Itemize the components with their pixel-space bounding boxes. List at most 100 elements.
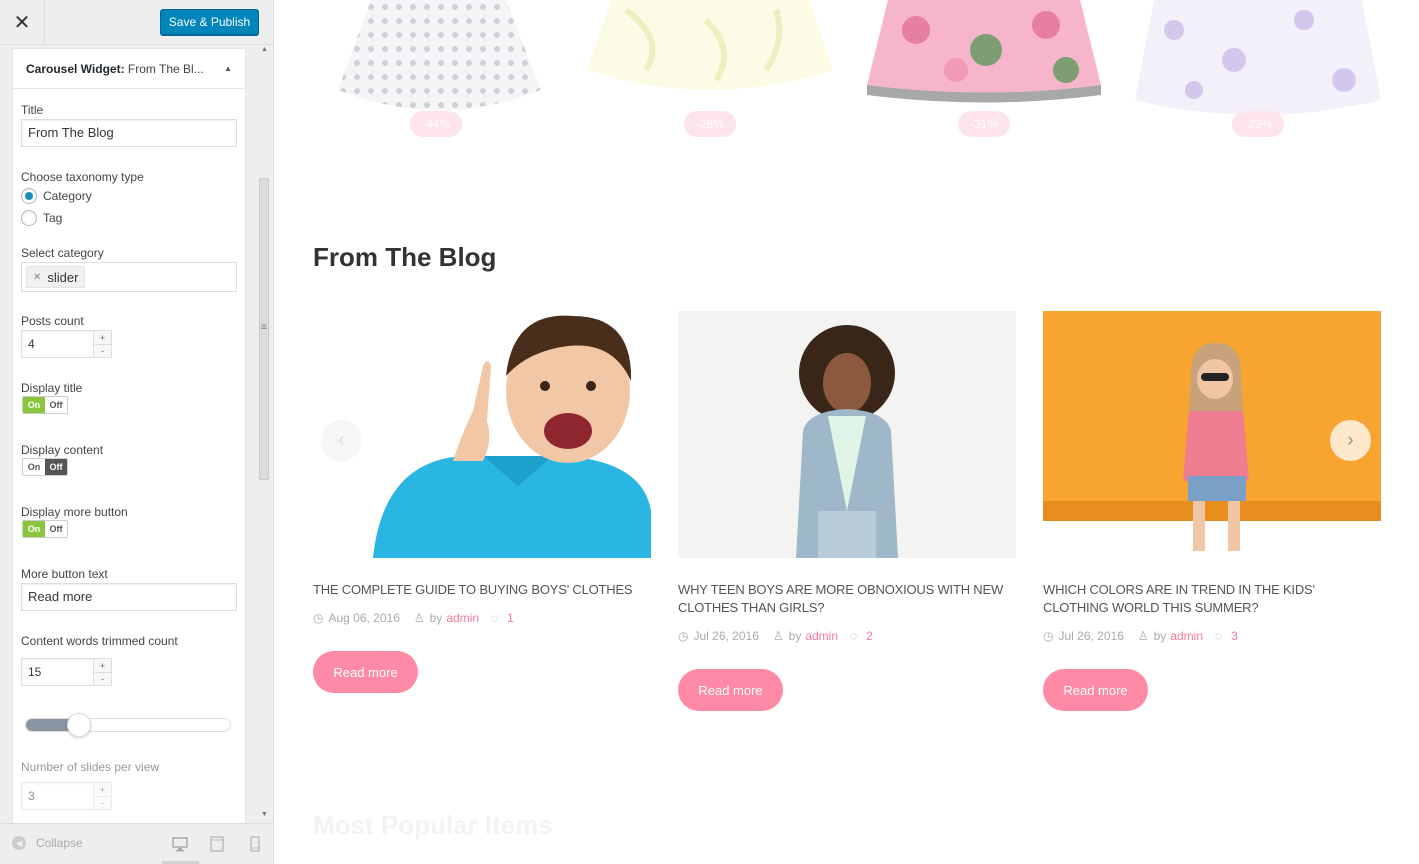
comment-icon: ◌ xyxy=(850,629,858,643)
remove-tag-icon[interactable]: ✕ xyxy=(33,272,41,283)
comment-icon: ◌ xyxy=(1215,629,1223,643)
display-title-toggle[interactable]: On Off xyxy=(22,396,68,414)
product-image-lilac-dress[interactable] xyxy=(1134,0,1382,125)
increment-icon[interactable]: + xyxy=(94,659,111,672)
product-image-polka-dress[interactable] xyxy=(336,0,542,125)
user-icon: ♙ xyxy=(413,611,425,625)
scroll-up-icon[interactable]: ▲ xyxy=(261,46,268,53)
more-text-input[interactable]: Read more xyxy=(21,583,237,611)
chevron-right-icon: › xyxy=(1347,429,1354,451)
save-publish-button[interactable]: Save & Publish xyxy=(160,9,259,35)
sidebar-scrollbar[interactable]: ▲ ≡ ▼ xyxy=(257,45,273,823)
post-comments-link[interactable]: 1 xyxy=(507,611,514,625)
slides-per-view-value: 3 xyxy=(28,789,35,803)
close-icon: ✕ xyxy=(13,11,31,34)
radio-button-checked[interactable] xyxy=(21,188,37,204)
display-content-field: Display content On Off xyxy=(21,443,237,476)
slides-per-view-stepper[interactable]: 3 + - xyxy=(21,782,112,810)
post-comments-link[interactable]: 3 xyxy=(1231,629,1238,643)
post-image-girl-denim[interactable] xyxy=(678,311,1016,558)
mobile-preview-icon[interactable] xyxy=(247,836,263,852)
title-input[interactable]: From The Blog xyxy=(21,119,237,147)
post-meta: ◷ Jul 26, 2016 ♙ by admin ◌ 3 xyxy=(1043,629,1238,643)
radio-button[interactable] xyxy=(21,210,37,226)
carousel-next-button[interactable]: › xyxy=(1330,420,1371,461)
customizer-sidebar: ✕ Save & Publish Carousel Widget: From T… xyxy=(0,0,274,864)
posts-count-stepper[interactable]: 4 + - xyxy=(21,330,112,358)
post-date: Jul 26, 2016 xyxy=(693,629,759,643)
decrement-icon[interactable]: - xyxy=(94,344,111,357)
display-more-field: Display more button On Off xyxy=(21,505,237,538)
toggle-off: Off xyxy=(45,397,67,413)
post-author-link[interactable]: admin xyxy=(805,629,838,643)
toggle-off: Off xyxy=(45,521,67,537)
chevron-left-icon: ‹ xyxy=(338,429,345,451)
display-title-label: Display title xyxy=(21,381,83,395)
product-image-yellow-dress[interactable] xyxy=(586,0,834,125)
slides-per-view-label: Number of slides per view xyxy=(21,760,160,774)
display-content-toggle[interactable]: On Off xyxy=(22,458,68,476)
radio-tag[interactable]: Tag xyxy=(21,208,237,228)
discount-badge: -44% xyxy=(410,111,462,137)
radio-tag-label: Tag xyxy=(43,211,63,225)
posts-count-field: Posts count 4 + - xyxy=(21,314,237,358)
sidebar-header: ✕ Save & Publish xyxy=(0,0,273,45)
post-meta: ◷ Aug 06, 2016 ♙ by admin ◌ 1 xyxy=(313,611,514,625)
range-thumb[interactable] xyxy=(67,713,91,737)
collapse-arrow-icon[interactable]: ▲ xyxy=(224,64,232,73)
decrement-icon[interactable]: - xyxy=(94,796,111,809)
more-text-label: More button text xyxy=(21,567,108,581)
display-more-toggle[interactable]: On Off xyxy=(22,520,68,538)
widget-type: Carousel Widget: xyxy=(26,61,125,76)
tablet-preview-icon[interactable] xyxy=(209,836,225,852)
post-date: Jul 26, 2016 xyxy=(1058,629,1124,643)
more-text-field: More button text Read more xyxy=(21,567,237,611)
sidebar-scroll-area[interactable]: Carousel Widget: From The Bl... ▲ Title … xyxy=(0,45,273,823)
read-more-button[interactable]: Read more xyxy=(678,669,783,711)
collapse-button[interactable]: ◀ Collapse xyxy=(12,836,83,850)
display-more-label: Display more button xyxy=(21,505,128,519)
blog-section-heading: From The Blog xyxy=(313,242,497,272)
popular-section-heading: Most Popular Items xyxy=(313,810,553,840)
carousel-prev-button[interactable]: ‹ xyxy=(321,420,362,461)
radio-category-label: Category xyxy=(43,189,92,203)
increment-icon[interactable]: + xyxy=(94,331,111,344)
category-select[interactable]: ✕ slider xyxy=(21,262,237,292)
collapse-icon: ◀ xyxy=(12,836,26,850)
post-title[interactable]: WHY TEEN BOYS ARE MORE OBNOXIOUS WITH NE… xyxy=(678,581,1016,617)
taxonomy-field: Choose taxonomy type Category Tag xyxy=(21,170,237,228)
trimmed-count-label: Content words trimmed count xyxy=(21,634,178,648)
increment-icon[interactable]: + xyxy=(94,783,111,796)
trimmed-count-stepper[interactable]: 15 + - xyxy=(21,658,112,686)
post-title[interactable]: THE COMPLETE GUIDE TO BUYING BOYS' CLOTH… xyxy=(313,581,651,599)
trimmed-range-slider[interactable] xyxy=(25,713,231,737)
toggle-on: On xyxy=(23,397,45,413)
post-image-boy[interactable] xyxy=(313,311,651,558)
scroll-down-icon[interactable]: ▼ xyxy=(261,811,268,818)
read-more-button[interactable]: Read more xyxy=(313,651,418,693)
post-title[interactable]: WHICH COLORS ARE IN TREND IN THE KIDS' C… xyxy=(1043,581,1381,617)
read-more-button[interactable]: Read more xyxy=(1043,669,1148,711)
trimmed-count-field: Content words trimmed count 15 + - xyxy=(21,634,237,737)
title-label: Title xyxy=(21,103,44,117)
posts-count-label: Posts count xyxy=(21,314,84,328)
decrement-icon[interactable]: - xyxy=(94,672,111,685)
discount-badge: -28% xyxy=(684,111,736,137)
close-button[interactable]: ✕ xyxy=(0,0,45,44)
post-by: by xyxy=(429,611,443,625)
product-image-floral-dress[interactable] xyxy=(866,0,1102,125)
trimmed-count-value: 15 xyxy=(28,665,42,679)
post-author-link[interactable]: admin xyxy=(1170,629,1203,643)
widget-header[interactable]: Carousel Widget: From The Bl... ▲ xyxy=(13,49,245,89)
widget-title: Carousel Widget: From The Bl... xyxy=(26,62,204,76)
sidebar-footer: ◀ Collapse xyxy=(0,823,273,864)
toggle-on: On xyxy=(23,521,45,537)
user-icon: ♙ xyxy=(772,629,784,643)
category-chip: ✕ slider xyxy=(26,266,86,288)
display-content-label: Display content xyxy=(21,443,104,457)
desktop-preview-icon[interactable] xyxy=(172,836,188,852)
radio-category[interactable]: Category xyxy=(21,186,237,206)
discount-badge: -23% xyxy=(1232,111,1284,137)
post-comments-link[interactable]: 2 xyxy=(866,629,873,643)
post-author-link[interactable]: admin xyxy=(446,611,479,625)
